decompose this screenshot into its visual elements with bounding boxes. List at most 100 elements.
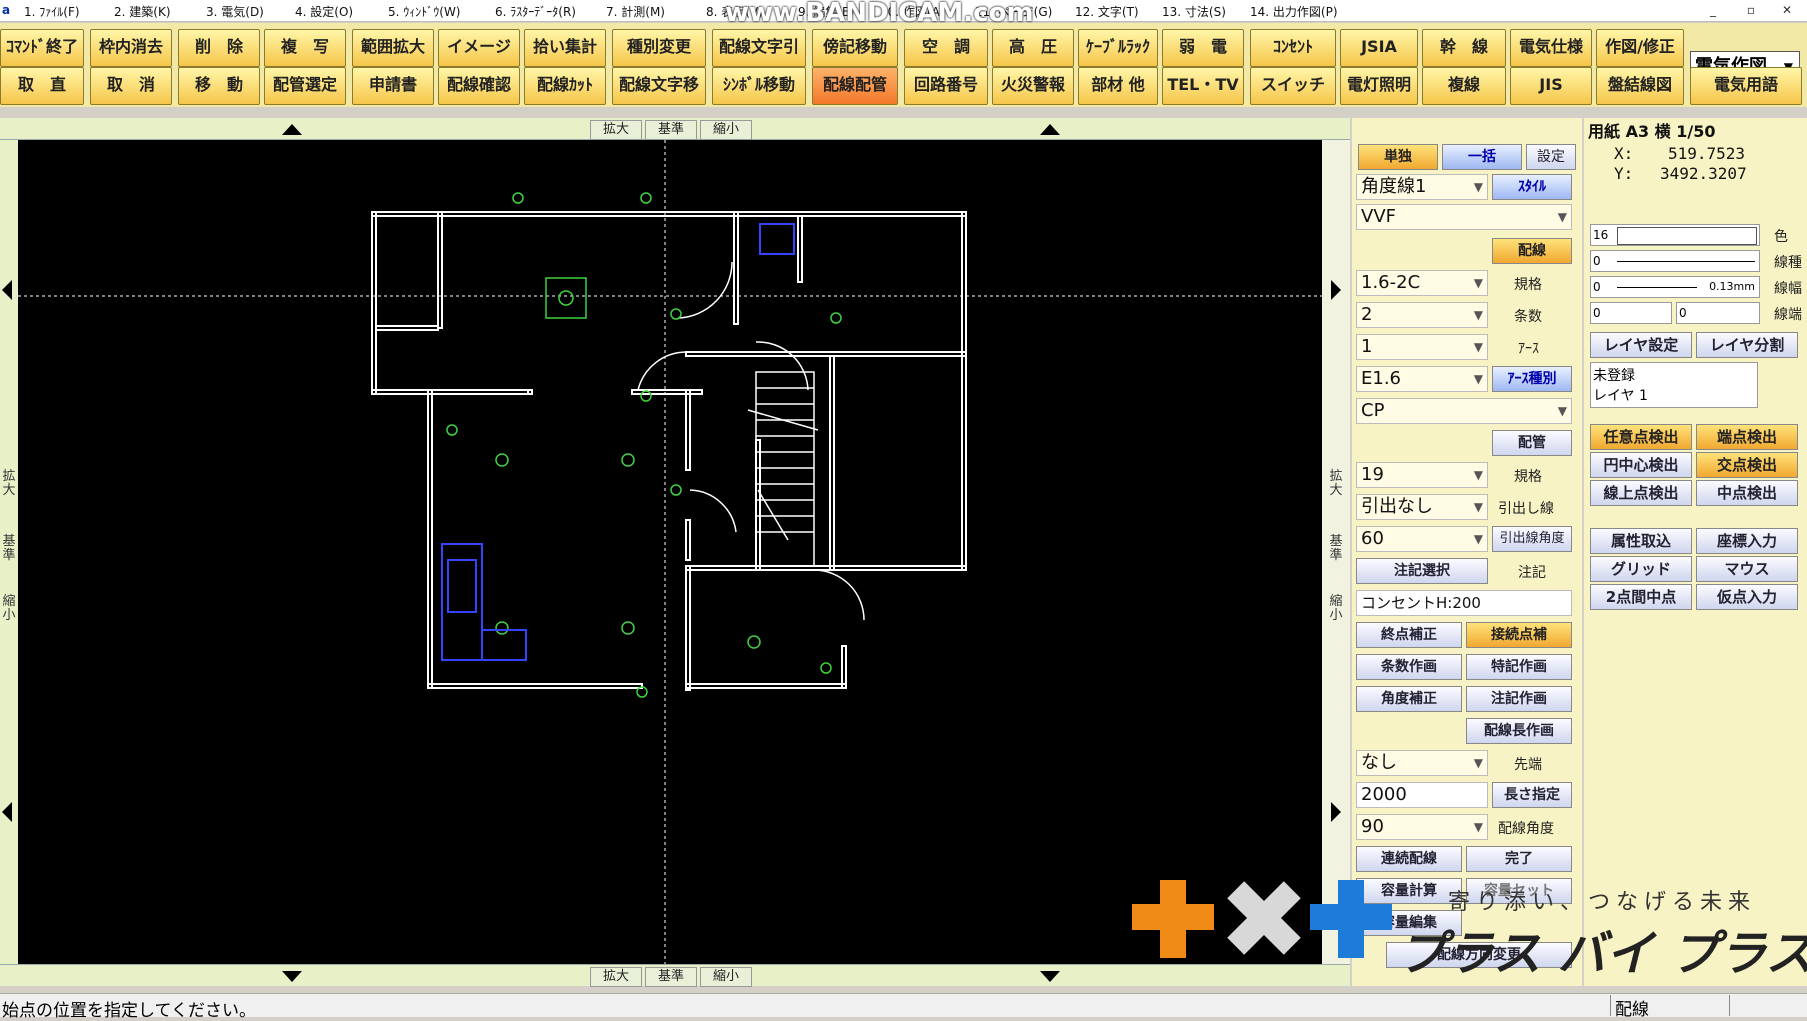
- left-scroll-strip[interactable]: 拡大 基準 縮小: [0, 140, 18, 964]
- scroll-down-icon[interactable]: [282, 971, 302, 982]
- side-zoom-out-right[interactable]: 縮小: [1328, 595, 1344, 623]
- earth-type-button[interactable]: ｱｰｽ種別: [1492, 366, 1572, 392]
- wiring-text-leader-button[interactable]: 配線文字引: [712, 29, 806, 67]
- annotation-move-button[interactable]: 傍記移動: [812, 29, 898, 67]
- single-mode-tab[interactable]: 単独: [1358, 144, 1438, 170]
- cancel-button[interactable]: 取 消: [90, 67, 172, 105]
- scroll-left-icon[interactable]: [2, 802, 12, 822]
- restore-button[interactable]: ▫: [1734, 3, 1768, 17]
- scroll-down-icon[interactable]: [1040, 971, 1060, 982]
- fire-alarm-button[interactable]: 火災警報: [992, 67, 1074, 105]
- zoom-out-button[interactable]: 縮小: [700, 120, 752, 140]
- menu-settings[interactable]: 4. 設定(O): [295, 3, 353, 20]
- earth-select[interactable]: 1 ▼: [1356, 334, 1488, 360]
- coordinate-input-button[interactable]: 座標入力: [1696, 528, 1798, 554]
- color-field[interactable]: 16: [1590, 224, 1760, 246]
- electrical-terms-button[interactable]: 電気用語: [1690, 67, 1802, 105]
- high-voltage-button[interactable]: 高 圧: [992, 29, 1074, 67]
- zoom-in-button[interactable]: 拡大: [590, 120, 642, 140]
- on-line-snap-button[interactable]: 線上点検出: [1590, 480, 1692, 506]
- menu-building[interactable]: 2. 建築(K): [114, 3, 171, 20]
- image-button[interactable]: イメージ: [438, 29, 520, 67]
- length-input[interactable]: 2000: [1356, 782, 1488, 808]
- leader-select[interactable]: 引出なし ▼: [1356, 494, 1488, 520]
- erase-in-frame-button[interactable]: 枠内消去: [90, 29, 172, 67]
- batch-mode-tab[interactable]: 一括: [1442, 144, 1522, 170]
- trunk-line-button[interactable]: 幹 線: [1422, 29, 1506, 67]
- hvac-button[interactable]: 空 調: [904, 29, 988, 67]
- scroll-right-icon[interactable]: [1331, 802, 1341, 822]
- leader-angle-button[interactable]: 引出線角度: [1492, 526, 1572, 552]
- linetype-field[interactable]: 0: [1590, 250, 1760, 272]
- pipe-select-button[interactable]: 配管選定: [264, 67, 346, 105]
- cable-type-select[interactable]: VVF ▼: [1356, 204, 1572, 230]
- copy-button[interactable]: 複 写: [264, 29, 346, 67]
- zoom-reset-button-bottom[interactable]: 基準: [645, 967, 697, 987]
- linewidth-field[interactable]: 0 0.13mm: [1590, 276, 1760, 298]
- pipe-size-select[interactable]: 19 ▼: [1356, 462, 1488, 488]
- lineend-field-end[interactable]: 0: [1676, 302, 1760, 324]
- note-draw-button[interactable]: 注記作画: [1466, 686, 1572, 712]
- takeoff-button[interactable]: 拾い集計: [524, 29, 606, 67]
- cmd-end-button[interactable]: ｺﾏﾝﾄﾞ終了: [0, 29, 84, 67]
- close-button[interactable]: ✕: [1770, 3, 1804, 17]
- range-zoom-button[interactable]: 範囲拡大: [352, 29, 434, 67]
- double-line-button[interactable]: 複線: [1422, 67, 1506, 105]
- menu-file[interactable]: 1. ﾌｧｲﾙ(F): [24, 3, 80, 20]
- zoom-reset-button[interactable]: 基準: [645, 120, 697, 140]
- settings-tab[interactable]: 設定: [1526, 144, 1576, 170]
- parts-other-button[interactable]: 部材 他: [1078, 67, 1158, 105]
- complete-button[interactable]: 完了: [1466, 846, 1572, 872]
- application-button[interactable]: 申請書: [352, 67, 434, 105]
- draw-edit-button[interactable]: 作図/修正: [1596, 29, 1684, 67]
- wiring-button[interactable]: 配線: [1492, 238, 1572, 264]
- layer-settings-button[interactable]: レイヤ設定: [1590, 332, 1692, 358]
- intersection-snap-button[interactable]: 交点検出: [1696, 452, 1798, 478]
- circuit-number-button[interactable]: 回路番号: [904, 67, 988, 105]
- midpoint-snap-button[interactable]: 中点検出: [1696, 480, 1798, 506]
- cable-rack-button[interactable]: ｹｰﾌﾞﾙﾗｯｸ: [1078, 29, 1158, 67]
- zoom-in-button-bottom[interactable]: 拡大: [590, 967, 642, 987]
- continuous-wiring-button[interactable]: 連続配線: [1356, 846, 1462, 872]
- layer-list-item[interactable]: 未登録: [1593, 365, 1755, 385]
- type-change-button[interactable]: 種別変更: [612, 29, 706, 67]
- menu-text[interactable]: 12. 文字(T): [1075, 3, 1139, 20]
- wiring-angle-select[interactable]: 90 ▼: [1356, 814, 1488, 840]
- layer-list-item[interactable]: レイヤ 1: [1593, 385, 1755, 405]
- wiring-check-button[interactable]: 配線確認: [438, 67, 520, 105]
- endpoint-correct-button[interactable]: 終点補正: [1356, 622, 1462, 648]
- minimize-button[interactable]: _: [1696, 3, 1730, 17]
- side-zoom-out[interactable]: 縮小: [1, 595, 17, 623]
- spec-select[interactable]: 1.6-2C ▼: [1356, 270, 1488, 296]
- delete-button[interactable]: 削 除: [178, 29, 260, 67]
- menu-window[interactable]: 5. ｳｨﾝﾄﾞｳ(W): [388, 3, 461, 20]
- endpoint-snap-button[interactable]: 端点検出: [1696, 424, 1798, 450]
- layer-list[interactable]: 未登録 レイヤ 1: [1590, 362, 1758, 408]
- menu-raster[interactable]: 6. ﾗｽﾀｰﾃﾞｰﾀ(R): [495, 3, 576, 20]
- scroll-right-icon[interactable]: [1331, 280, 1341, 300]
- scroll-left-icon[interactable]: [2, 280, 12, 300]
- mouse-input-button[interactable]: マウス: [1696, 556, 1798, 582]
- angle-correct-button[interactable]: 角度補正: [1356, 686, 1462, 712]
- jsia-button[interactable]: JSIA: [1340, 29, 1418, 67]
- attribute-import-button[interactable]: 属性取込: [1590, 528, 1692, 554]
- outlet-button[interactable]: ｺﾝｾﾝﾄ: [1250, 29, 1336, 67]
- weak-current-button[interactable]: 弱 電: [1162, 29, 1244, 67]
- scroll-up-icon[interactable]: [282, 124, 302, 135]
- right-scroll-strip[interactable]: 拡大 基準 縮小: [1322, 140, 1350, 964]
- any-point-snap-button[interactable]: 任意点検出: [1590, 424, 1692, 450]
- side-zoom-in[interactable]: 拡大: [1, 470, 17, 498]
- layer-split-button[interactable]: レイヤ分割: [1696, 332, 1798, 358]
- side-zoom-in-right[interactable]: 拡大: [1328, 470, 1344, 498]
- switch-button[interactable]: スイッチ: [1250, 67, 1336, 105]
- panel-wiring-diagram-button[interactable]: 盤結線図: [1596, 67, 1684, 105]
- two-point-midpoint-button[interactable]: 2点間中点: [1590, 584, 1692, 610]
- redo-button[interactable]: 取 直: [0, 67, 84, 105]
- electrical-spec-button[interactable]: 電気仕様: [1510, 29, 1592, 67]
- count-select[interactable]: 2 ▼: [1356, 302, 1488, 328]
- wiring-length-draw-button[interactable]: 配線長作画: [1466, 718, 1572, 744]
- note-text-input[interactable]: コンセントH:200: [1356, 590, 1572, 616]
- menu-output[interactable]: 14. 出力作図(P): [1250, 3, 1338, 20]
- menu-measure[interactable]: 7. 計測(M): [606, 3, 665, 20]
- move-button[interactable]: 移 動: [178, 67, 260, 105]
